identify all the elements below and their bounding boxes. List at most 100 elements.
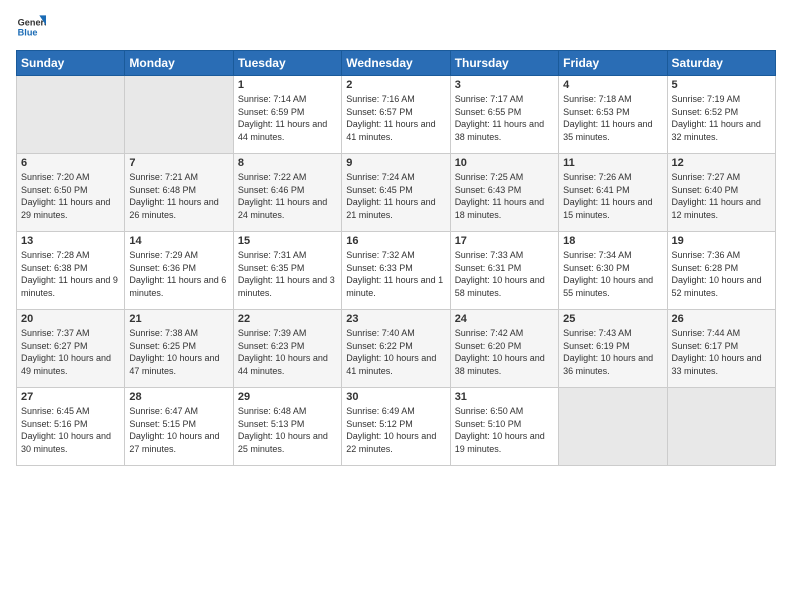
day-number: 31 [455,391,554,403]
calendar-cell: 10Sunrise: 7:25 AMSunset: 6:43 PMDayligh… [450,154,558,232]
cell-sunrise: Sunrise: 7:33 AMSunset: 6:31 PMDaylight:… [455,250,545,298]
cell-sunrise: Sunrise: 7:18 AMSunset: 6:53 PMDaylight:… [563,94,652,142]
day-number: 28 [129,391,228,403]
day-number: 18 [563,235,662,247]
day-number: 27 [21,391,120,403]
calendar-cell: 7 Sunrise: 7:21 AMSunset: 6:48 PMDaylight… [125,154,233,232]
cell-sunrise: Sunrise: 7:38 AMSunset: 6:25 PMDaylight:… [129,328,219,376]
calendar-cell: 28 Sunrise: 6:47 AMSunset: 5:15 PMDayligh… [125,388,233,466]
calendar-cell: 6 Sunrise: 7:20 AMSunset: 6:50 PMDaylight… [17,154,125,232]
cell-sunrise: Sunrise: 7:22 AMSunset: 6:46 PMDaylight:… [238,172,327,220]
calendar-cell: 26 Sunrise: 7:44 AMSunset: 6:17 PMDayligh… [667,310,775,388]
calendar-cell: 14 Sunrise: 7:29 AMSunset: 6:36 PMDayligh… [125,232,233,310]
day-number: 2 [346,79,445,91]
calendar-cell: 27 Sunrise: 6:45 AMSunset: 5:16 PMDayligh… [17,388,125,466]
weekday-header-sunday: Sunday [17,51,125,76]
weekday-header-wednesday: Wednesday [342,51,450,76]
cell-sunrise: Sunrise: 6:47 AMSunset: 5:15 PMDaylight:… [129,406,219,454]
weekday-header-thursday: Thursday [450,51,558,76]
day-number: 11 [563,157,662,169]
day-number: 3 [455,79,554,91]
cell-sunrise: Sunrise: 7:36 AMSunset: 6:28 PMDaylight:… [672,250,762,298]
calendar-cell: 4Sunrise: 7:18 AMSunset: 6:53 PMDaylight… [559,76,667,154]
cell-sunrise: Sunrise: 7:19 AMSunset: 6:52 PMDaylight:… [672,94,761,142]
cell-sunrise: Sunrise: 7:17 AMSunset: 6:55 PMDaylight:… [455,94,544,142]
day-number: 19 [672,235,771,247]
calendar-cell: 12 Sunrise: 7:27 AMSunset: 6:40 PMDayligh… [667,154,775,232]
calendar-cell: 25 Sunrise: 7:43 AMSunset: 6:19 PMDayligh… [559,310,667,388]
header: General Blue [16,12,776,42]
day-number: 12 [672,157,771,169]
calendar-cell: 22 Sunrise: 7:39 AMSunset: 6:23 PMDayligh… [233,310,341,388]
week-row-2: 6 Sunrise: 7:20 AMSunset: 6:50 PMDaylight… [17,154,776,232]
calendar-cell [667,388,775,466]
cell-sunrise: Sunrise: 7:29 AMSunset: 6:36 PMDaylight:… [129,250,226,298]
week-row-1: 1 Sunrise: 7:14 AMSunset: 6:59 PMDaylight… [17,76,776,154]
calendar-cell: 9Sunrise: 7:24 AMSunset: 6:45 PMDaylight… [342,154,450,232]
calendar-cell: 11 Sunrise: 7:26 AMSunset: 6:41 PMDayligh… [559,154,667,232]
day-number: 22 [238,313,337,325]
calendar-cell: 20 Sunrise: 7:37 AMSunset: 6:27 PMDayligh… [17,310,125,388]
cell-sunrise: Sunrise: 7:21 AMSunset: 6:48 PMDaylight:… [129,172,218,220]
cell-sunrise: Sunrise: 7:43 AMSunset: 6:19 PMDaylight:… [563,328,653,376]
day-number: 25 [563,313,662,325]
calendar-table: SundayMondayTuesdayWednesdayThursdayFrid… [16,50,776,466]
day-number: 24 [455,313,554,325]
cell-sunrise: Sunrise: 7:27 AMSunset: 6:40 PMDaylight:… [672,172,761,220]
day-number: 15 [238,235,337,247]
day-number: 13 [21,235,120,247]
calendar-cell: 19 Sunrise: 7:36 AMSunset: 6:28 PMDayligh… [667,232,775,310]
cell-sunrise: Sunrise: 7:37 AMSunset: 6:27 PMDaylight:… [21,328,111,376]
weekday-header-row: SundayMondayTuesdayWednesdayThursdayFrid… [17,51,776,76]
calendar-cell [125,76,233,154]
svg-text:Blue: Blue [18,27,38,37]
day-number: 16 [346,235,445,247]
cell-sunrise: Sunrise: 6:45 AMSunset: 5:16 PMDaylight:… [21,406,111,454]
calendar-cell: 1 Sunrise: 7:14 AMSunset: 6:59 PMDaylight… [233,76,341,154]
calendar-cell: 18Sunrise: 7:34 AMSunset: 6:30 PMDayligh… [559,232,667,310]
cell-sunrise: Sunrise: 7:28 AMSunset: 6:38 PMDaylight:… [21,250,118,298]
calendar-cell: 30 Sunrise: 6:49 AMSunset: 5:12 PMDayligh… [342,388,450,466]
cell-sunrise: Sunrise: 6:49 AMSunset: 5:12 PMDaylight:… [346,406,436,454]
day-number: 9 [346,157,445,169]
cell-sunrise: Sunrise: 7:39 AMSunset: 6:23 PMDaylight:… [238,328,328,376]
day-number: 6 [21,157,120,169]
calendar-cell: 16 Sunrise: 7:32 AMSunset: 6:33 PMDayligh… [342,232,450,310]
day-number: 26 [672,313,771,325]
calendar-cell [17,76,125,154]
cell-sunrise: Sunrise: 7:14 AMSunset: 6:59 PMDaylight:… [238,94,327,142]
calendar-cell: 17 Sunrise: 7:33 AMSunset: 6:31 PMDayligh… [450,232,558,310]
logo-icon: General Blue [16,12,46,42]
calendar-cell: 15 Sunrise: 7:31 AMSunset: 6:35 PMDayligh… [233,232,341,310]
cell-sunrise: Sunrise: 6:48 AMSunset: 5:13 PMDaylight:… [238,406,328,454]
weekday-header-saturday: Saturday [667,51,775,76]
calendar-cell: 29Sunrise: 6:48 AMSunset: 5:13 PMDayligh… [233,388,341,466]
day-number: 1 [238,79,337,91]
day-number: 30 [346,391,445,403]
day-number: 20 [21,313,120,325]
cell-sunrise: Sunrise: 7:44 AMSunset: 6:17 PMDaylight:… [672,328,762,376]
day-number: 14 [129,235,228,247]
calendar-cell: 13 Sunrise: 7:28 AMSunset: 6:38 PMDayligh… [17,232,125,310]
cell-sunrise: Sunrise: 7:40 AMSunset: 6:22 PMDaylight:… [346,328,436,376]
day-number: 8 [238,157,337,169]
week-row-3: 13 Sunrise: 7:28 AMSunset: 6:38 PMDayligh… [17,232,776,310]
cell-sunrise: Sunrise: 7:20 AMSunset: 6:50 PMDaylight:… [21,172,110,220]
cell-sunrise: Sunrise: 7:26 AMSunset: 6:41 PMDaylight:… [563,172,652,220]
weekday-header-friday: Friday [559,51,667,76]
day-number: 21 [129,313,228,325]
day-number: 10 [455,157,554,169]
week-row-5: 27 Sunrise: 6:45 AMSunset: 5:16 PMDayligh… [17,388,776,466]
cell-sunrise: Sunrise: 7:42 AMSunset: 6:20 PMDaylight:… [455,328,545,376]
cell-sunrise: Sunrise: 7:31 AMSunset: 6:35 PMDaylight:… [238,250,335,298]
calendar-cell: 8 Sunrise: 7:22 AMSunset: 6:46 PMDaylight… [233,154,341,232]
day-number: 17 [455,235,554,247]
day-number: 7 [129,157,228,169]
day-number: 5 [672,79,771,91]
calendar-cell: 23Sunrise: 7:40 AMSunset: 6:22 PMDayligh… [342,310,450,388]
calendar-cell: 31Sunrise: 6:50 AMSunset: 5:10 PMDayligh… [450,388,558,466]
week-row-4: 20 Sunrise: 7:37 AMSunset: 6:27 PMDayligh… [17,310,776,388]
cell-sunrise: Sunrise: 7:32 AMSunset: 6:33 PMDaylight:… [346,250,443,298]
calendar-cell: 5 Sunrise: 7:19 AMSunset: 6:52 PMDaylight… [667,76,775,154]
weekday-header-monday: Monday [125,51,233,76]
